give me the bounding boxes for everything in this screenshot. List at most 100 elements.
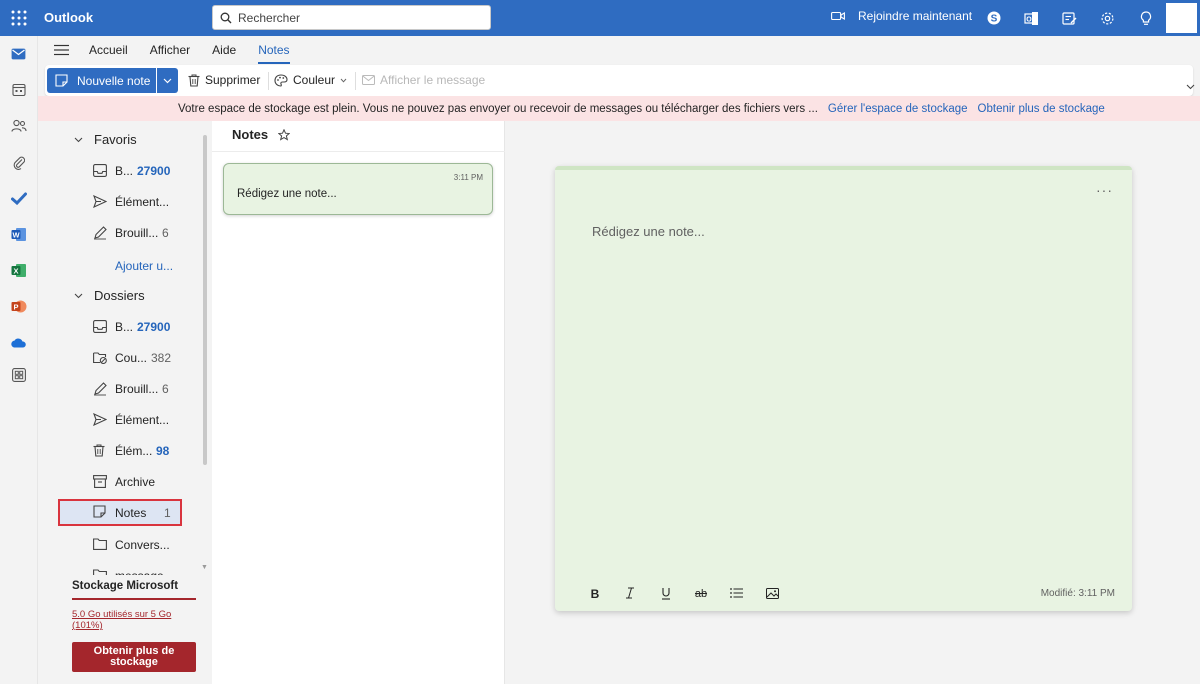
new-note-dropdown[interactable] — [157, 68, 178, 93]
envelope-icon — [362, 75, 375, 85]
storage-usage-bar — [72, 598, 196, 600]
search-input[interactable] — [238, 9, 483, 27]
folders-title: Dossiers — [94, 288, 145, 303]
todo-icon[interactable] — [9, 189, 28, 207]
show-message-label: Afficher le message — [380, 73, 486, 87]
sidebar-item-label: B... — [115, 320, 134, 334]
note-time: 3:11 PM — [453, 173, 483, 182]
top-bar: Outlook Rejoindre maintenant S O — [0, 0, 1200, 36]
ribbon-divider — [355, 72, 356, 90]
calendar-icon[interactable] — [9, 81, 28, 99]
note-body-input[interactable]: Rédigez une note... — [592, 224, 705, 239]
note-card[interactable]: 3:11 PM Rédigez une note... — [223, 163, 493, 215]
format-toolbar: B ab — [577, 584, 790, 602]
sidebar-item-message[interactable]: message — [58, 563, 182, 575]
archive-icon — [93, 475, 108, 490]
sidebar-item-notes[interactable]: Notes 1 — [58, 499, 182, 526]
app-rail: W X P — [0, 36, 38, 684]
add-favorite-link[interactable]: Ajouter u... — [115, 259, 173, 273]
inbox-icon — [93, 164, 108, 179]
sidebar-item-deleted[interactable]: Élém... 98 — [58, 438, 182, 465]
sidebar-item-label: Élément... — [115, 195, 170, 209]
avatar[interactable] — [1166, 3, 1197, 33]
bold-icon[interactable]: B — [577, 584, 613, 602]
sidebar-item-label: B... — [115, 164, 134, 178]
favorites-header[interactable]: Favoris — [74, 132, 137, 147]
onedrive-icon[interactable] — [9, 333, 28, 351]
search-box[interactable] — [212, 5, 491, 30]
unread-count: 27900 — [137, 164, 171, 178]
sidebar-item-drafts-favorite[interactable]: Brouill... 6 — [58, 220, 182, 247]
more-apps-icon[interactable] — [9, 366, 28, 384]
sidebar-item-label: Élément... — [115, 413, 170, 427]
show-message-button[interactable]: Afficher le message — [362, 73, 485, 87]
sidebar-item-sent-favorite[interactable]: Élément... — [58, 189, 182, 216]
tab-notes[interactable]: Notes — [258, 43, 290, 64]
new-note-button[interactable]: Nouvelle note — [47, 68, 156, 93]
svg-text:X: X — [13, 266, 18, 275]
mail-icon[interactable] — [9, 45, 28, 63]
scrollbar[interactable] — [203, 135, 207, 465]
sidebar-item-archive[interactable]: Archive — [58, 469, 182, 496]
italic-icon[interactable] — [613, 584, 649, 602]
lightbulb-icon[interactable] — [1137, 8, 1154, 28]
sidebar-item-sent[interactable]: Élément... — [58, 407, 182, 434]
note-editor[interactable]: ··· Rédigez une note... B ab Modifié: 3:… — [555, 166, 1132, 611]
svg-text:W: W — [12, 230, 20, 239]
powerpoint-icon[interactable]: P — [9, 297, 28, 315]
svg-text:B: B — [590, 587, 599, 599]
delete-button[interactable]: Supprimer — [188, 73, 260, 87]
app-title[interactable]: Outlook — [44, 10, 93, 25]
palette-icon — [274, 73, 288, 87]
office-icon[interactable]: O — [1023, 8, 1040, 28]
get-more-storage-button[interactable]: Obtenir plus de stockage — [72, 642, 196, 672]
sidebar-item-label: Élém... — [115, 444, 153, 458]
note-icon — [93, 505, 108, 520]
tab-afficher[interactable]: Afficher — [150, 43, 190, 61]
excel-icon[interactable]: X — [9, 261, 28, 279]
sidebar-item-junk[interactable]: Cou... 382 — [58, 345, 182, 372]
word-icon[interactable]: W — [9, 225, 28, 243]
scroll-down-icon[interactable]: ▼ — [201, 564, 208, 571]
skype-icon[interactable]: S — [985, 8, 1002, 28]
manage-storage-link[interactable]: Gérer l'espace de stockage — [828, 103, 968, 115]
sidebar-item-inbox-favorite[interactable]: B... 27900 — [58, 158, 182, 185]
storage-warning-banner: Votre espace de stockage est plein. Vous… — [38, 96, 1200, 121]
hamburger-icon[interactable] — [54, 44, 69, 56]
sidebar-item-conversation-history[interactable]: Convers... — [58, 532, 182, 559]
gear-icon[interactable] — [1099, 8, 1116, 28]
folders-header[interactable]: Dossiers — [74, 288, 145, 303]
underline-icon[interactable] — [648, 584, 684, 602]
item-count: 6 — [162, 226, 169, 240]
sidebar-item-label: Brouill... — [115, 226, 159, 240]
meet-now-button[interactable]: Rejoindre maintenant — [831, 9, 972, 23]
sidebar-item-inbox[interactable]: B... 27900 — [58, 314, 182, 341]
notes-list-pane: Notes 3:11 PM Rédigez une note... — [212, 121, 505, 684]
bullet-list-icon[interactable] — [719, 584, 755, 602]
color-button[interactable]: Couleur — [274, 73, 347, 87]
sidebar-item-label: Archive — [115, 475, 156, 489]
notes-list-title: Notes — [232, 127, 269, 142]
tab-accueil[interactable]: Accueil — [89, 43, 128, 61]
attachment-icon[interactable] — [9, 153, 28, 171]
search-icon — [220, 12, 232, 24]
star-icon[interactable] — [278, 128, 291, 141]
note-preview: Rédigez une note... — [237, 188, 337, 200]
sidebar-item-label: Notes — [115, 506, 147, 520]
strikethrough-icon[interactable]: ab — [684, 584, 720, 602]
image-icon[interactable] — [755, 584, 791, 602]
modified-timestamp: Modifié: 3:11 PM — [1040, 588, 1115, 599]
whats-new-icon[interactable] — [1061, 8, 1078, 28]
sidebar-item-drafts[interactable]: Brouill... 6 — [58, 376, 182, 403]
item-count: 1 — [164, 506, 171, 520]
get-more-storage-link[interactable]: Obtenir plus de stockage — [978, 103, 1105, 115]
ribbon-divider — [268, 72, 269, 90]
storage-usage-link[interactable]: 5.0 Go utilisés sur 5 Go (101%) — [72, 609, 198, 631]
people-icon[interactable] — [9, 117, 28, 135]
note-icon — [55, 74, 68, 87]
more-options-icon[interactable]: ··· — [1096, 182, 1113, 198]
divider — [212, 151, 505, 152]
tab-aide[interactable]: Aide — [212, 43, 236, 61]
app-launcher-icon[interactable] — [10, 9, 28, 27]
ribbon-expand-icon[interactable] — [1186, 84, 1195, 90]
